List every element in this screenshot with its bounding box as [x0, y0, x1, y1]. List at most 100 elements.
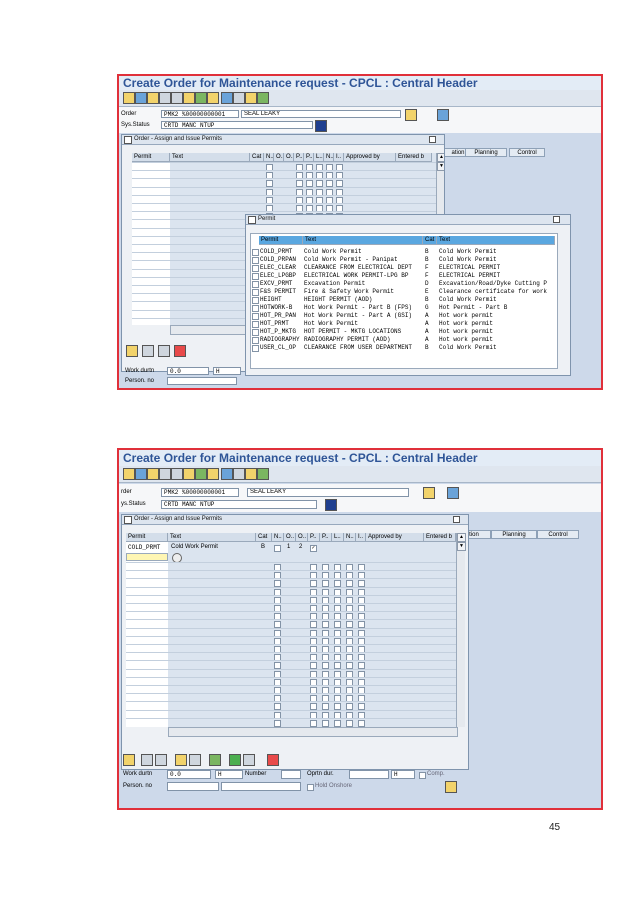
tab-planning[interactable]: Planning	[491, 530, 537, 539]
row-select-checkbox[interactable]	[252, 345, 259, 352]
materials-icon[interactable]	[221, 92, 233, 104]
permit-row[interactable]: USER_CL_OP CLEARANCE FROM USER DEPARTMENT…	[251, 344, 561, 352]
scroll-up-icon[interactable]: ▲	[437, 153, 444, 162]
person-number-field[interactable]	[167, 782, 219, 791]
details-icon[interactable]	[141, 754, 153, 766]
row-select-checkbox[interactable]	[252, 273, 259, 280]
close-icon[interactable]	[553, 216, 560, 223]
tab-planning[interactable]: Planning	[465, 148, 507, 157]
order-description-field[interactable]: SEAL LEAKY	[241, 110, 401, 118]
row-checkbox[interactable]	[274, 545, 281, 552]
edit-icon[interactable]	[245, 468, 257, 480]
confirm-icon[interactable]	[123, 754, 135, 766]
permit-row[interactable]: HEIGHT HEIGHT PERMIT (AOD) B Cold Work Perm…	[251, 296, 561, 304]
horizontal-scrollbar[interactable]	[168, 727, 458, 737]
order-field[interactable]: PMK2 %00000000001	[161, 110, 239, 118]
grid-checkbox[interactable]	[346, 719, 353, 727]
operation-unit-field[interactable]: H	[391, 770, 415, 779]
edit-icon[interactable]	[209, 754, 221, 766]
insert-icon[interactable]	[175, 754, 187, 766]
settings-icon[interactable]	[207, 468, 219, 480]
tab-control[interactable]: Control	[509, 148, 545, 157]
grid-checkbox[interactable]	[274, 719, 281, 727]
close-icon[interactable]	[453, 516, 460, 523]
scroll-down-icon[interactable]: ▼	[457, 542, 466, 551]
row-select-checkbox[interactable]	[252, 265, 259, 272]
complete-checkbox[interactable]	[419, 772, 426, 779]
permit-row[interactable]: ELEC_CLEAR CLEARANCE FROM ELECTRICAL DEPT…	[251, 264, 561, 272]
info-icon[interactable]	[147, 92, 159, 104]
save-icon[interactable]	[257, 468, 269, 480]
scroll-down-icon[interactable]: ▼	[437, 162, 444, 171]
row-select-checkbox[interactable]	[252, 337, 259, 344]
copy-icon[interactable]	[233, 468, 245, 480]
permit-row[interactable]: RADIOGRAPHY RADIOGRAPHY PERMIT (AOD) A Hot …	[251, 336, 561, 344]
materials-icon[interactable]	[221, 468, 233, 480]
tools-icon[interactable]	[195, 468, 207, 480]
cancel-icon[interactable]	[267, 754, 279, 766]
number-field[interactable]	[281, 770, 301, 779]
copy-icon[interactable]	[155, 754, 167, 766]
permit-row[interactable]: ELEC_LPGBP ELECTRICAL WORK PERMIT-LPG BP F…	[251, 272, 561, 280]
row-select-checkbox[interactable]	[252, 249, 259, 256]
permit-icon[interactable]	[183, 92, 195, 104]
grid-checkbox[interactable]	[310, 719, 317, 727]
operation-duration-field[interactable]	[349, 770, 389, 779]
list-icon[interactable]	[243, 754, 255, 766]
work-duration-field[interactable]: 0.0	[167, 367, 209, 375]
detail-icon[interactable]	[445, 781, 457, 793]
permit-row[interactable]: HOT_P_MKTG HOT PERMIT - MKTG LOCATIONS A Ho…	[251, 328, 561, 336]
document-icon[interactable]	[159, 468, 171, 480]
work-duration-field[interactable]: 0.0	[167, 770, 211, 779]
row-select-checkbox[interactable]	[252, 313, 259, 320]
permit-row[interactable]: HOT_PR_PAN Hot Work Permit - Part A (GSI)…	[251, 312, 561, 320]
copy-icon[interactable]	[233, 92, 245, 104]
grid-checkbox[interactable]	[358, 719, 365, 727]
permit-row[interactable]: HOTWORK-B Hot Work Permit - Part B (FPS) G…	[251, 304, 561, 312]
active-input-cell[interactable]	[126, 553, 168, 561]
scroll-up-icon[interactable]: ▲	[457, 533, 466, 542]
row-select-checkbox[interactable]	[252, 257, 259, 264]
long-text-icon[interactable]	[423, 487, 435, 499]
comment-icon[interactable]	[229, 754, 241, 766]
check-icon[interactable]	[123, 468, 135, 480]
object-icon[interactable]	[437, 109, 449, 121]
row-select-checkbox[interactable]	[252, 289, 259, 296]
row-select-checkbox[interactable]	[252, 329, 259, 336]
check-icon[interactable]	[123, 92, 135, 104]
grid-checkbox[interactable]	[322, 719, 329, 727]
cancel-icon[interactable]	[174, 345, 186, 357]
row-select-checkbox[interactable]	[252, 297, 259, 304]
grid-checkbox[interactable]	[334, 719, 341, 727]
close-icon[interactable]	[429, 136, 436, 143]
permit-row[interactable]: COLD_PRMT Cold Work Permit B Cold Work Perm…	[251, 248, 561, 256]
order-description-field[interactable]: SEAL LEAKY	[247, 488, 409, 497]
person-number-field[interactable]	[167, 377, 237, 385]
copy-icon[interactable]	[142, 345, 154, 357]
info-icon[interactable]	[147, 468, 159, 480]
permit-row[interactable]: F&S PERMIT Fire & Safety Work Permit E Clea…	[251, 288, 561, 296]
permit-row[interactable]: COLD_PRMT Cold Work Permit B 1 2 ✓	[126, 543, 456, 552]
status-info-icon[interactable]	[325, 499, 337, 511]
row-select-checkbox[interactable]	[252, 305, 259, 312]
checked-checkbox[interactable]: ✓	[310, 545, 317, 552]
save-icon[interactable]	[158, 345, 170, 357]
object-icon[interactable]	[447, 487, 459, 499]
permit-row[interactable]: EXCV_PRMT Excavation Permit D Excavation/Ro…	[251, 280, 561, 288]
horizontal-scrollbar[interactable]	[170, 325, 252, 335]
permit-row[interactable]: COLD_PRPAN Cold Work Permit - Panipat B Col…	[251, 256, 561, 264]
order-field[interactable]: PMK2 %00000000001	[161, 488, 239, 497]
confirm-icon[interactable]	[126, 345, 138, 357]
save-icon[interactable]	[257, 92, 269, 104]
tab-control[interactable]: Control	[537, 530, 579, 539]
display-icon[interactable]	[135, 468, 147, 480]
vertical-scrollbar[interactable]: ▲ ▼	[456, 533, 466, 727]
save-icon[interactable]	[189, 754, 201, 766]
work-unit-field[interactable]: H	[213, 367, 241, 375]
permit-row[interactable]: HOT_PRMT Hot Work Permit A Hot work permit	[251, 320, 561, 328]
long-text-icon[interactable]	[405, 109, 417, 121]
display-icon[interactable]	[135, 92, 147, 104]
permit-icon[interactable]	[183, 468, 195, 480]
edit-icon[interactable]	[245, 92, 257, 104]
status-info-icon[interactable]	[315, 120, 327, 132]
